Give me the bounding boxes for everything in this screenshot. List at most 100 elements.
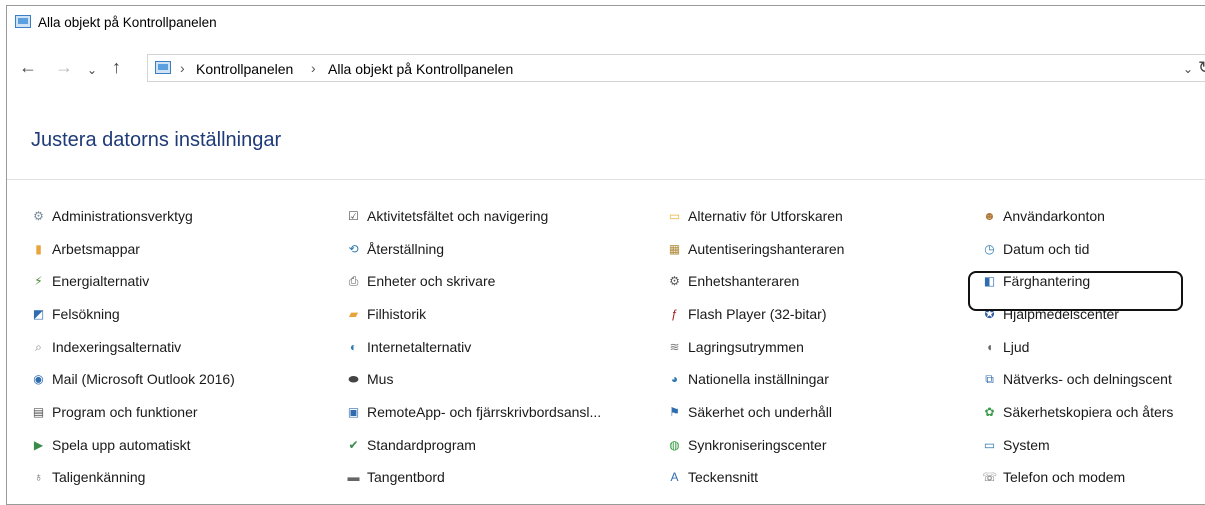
address-bar[interactable]: › Kontrollpanelen › Alla objekt på Kontr… bbox=[147, 54, 1205, 82]
mouse-icon: ⬬ bbox=[348, 371, 359, 386]
breadcrumb-all-items[interactable]: Alla objekt på Kontrollpanelen bbox=[328, 61, 513, 77]
control-panel-item[interactable]: ⌕ Indexeringsalternativ bbox=[31, 336, 181, 358]
control-panel-item[interactable]: ◉ Mail (Microsoft Outlook 2016) bbox=[31, 368, 235, 390]
control-panel-item-label: Filhistorik bbox=[367, 306, 427, 322]
control-panel-item[interactable]: ⬬ Mus bbox=[346, 368, 393, 390]
control-panel-item-label: Taligenkänning bbox=[52, 469, 146, 485]
control-panel-item[interactable]: ▶ Spela upp automatiskt bbox=[31, 434, 191, 456]
control-panel-item-label: Administrationsverktyg bbox=[52, 208, 193, 224]
devices-printers-icon: ⎙ bbox=[348, 273, 359, 288]
control-panel-item[interactable]: A Teckensnitt bbox=[667, 466, 758, 488]
control-panel-item[interactable]: ◷ Datum och tid bbox=[982, 238, 1089, 260]
control-panel-item-label: Internetalternativ bbox=[367, 339, 472, 355]
control-panel-icon bbox=[15, 15, 31, 28]
address-dropdown-icon[interactable]: ⌄ bbox=[1183, 62, 1193, 76]
breadcrumb-separator-icon[interactable]: › bbox=[311, 60, 316, 76]
back-arrow-icon[interactable]: ← bbox=[19, 56, 37, 78]
control-panel-item[interactable]: ♁ Taligenkänning bbox=[31, 466, 145, 488]
control-panel-item[interactable]: ▣ RemoteApp- och fjärrskrivbordsansl... bbox=[346, 401, 601, 423]
control-panel-item-label: Spela upp automatiskt bbox=[52, 437, 191, 453]
control-panel-item-label: Tangentbord bbox=[367, 469, 445, 485]
control-panel-item-label: Aktivitetsfältet och navigering bbox=[367, 208, 549, 224]
control-panel-item-label: Energialternativ bbox=[52, 273, 150, 289]
mail-icon: ◉ bbox=[33, 371, 44, 386]
control-panel-item[interactable]: ◍ Synkroniseringscenter bbox=[667, 434, 827, 456]
title-bar: Alla objekt på Kontrollpanelen bbox=[7, 6, 1205, 40]
admin-tools-icon: ⚙ bbox=[33, 208, 44, 223]
control-panel-item-label: Flash Player (32-bitar) bbox=[688, 306, 827, 322]
control-panel-item[interactable]: ƒ Flash Player (32-bitar) bbox=[667, 303, 827, 325]
navigation-bar: ← → ⌄ ↑ › Kontrollpanelen › Alla objekt … bbox=[7, 50, 1205, 86]
control-panel-item-label: Lagringsutrymmen bbox=[688, 339, 804, 355]
control-panel-item-label: Datum och tid bbox=[1003, 241, 1090, 257]
control-panel-item-label: Synkroniseringscenter bbox=[688, 437, 827, 453]
recovery-icon: ⟲ bbox=[348, 241, 359, 256]
control-panel-item-label: Ljud bbox=[1003, 339, 1030, 355]
control-panel-item[interactable]: ⎙ Enheter och skrivare bbox=[346, 270, 496, 292]
file-history-icon: ▰ bbox=[348, 306, 359, 321]
control-panel-item[interactable]: ◩ Felsökning bbox=[31, 303, 120, 325]
control-panel-item-label: Program och funktioner bbox=[52, 404, 198, 420]
power-options-icon: ⚡ bbox=[34, 273, 43, 288]
storage-spaces-icon: ≋ bbox=[669, 339, 680, 354]
control-panel-item[interactable]: ☏ Telefon och modem bbox=[982, 466, 1125, 488]
work-folders-icon: ▮ bbox=[35, 241, 42, 256]
refresh-icon[interactable]: ↻ bbox=[1198, 58, 1205, 78]
control-panel-item-label: Standardprogram bbox=[367, 437, 476, 453]
window-title: Alla objekt på Kontrollpanelen bbox=[38, 15, 217, 30]
control-panel-item[interactable]: ▤ Program och funktioner bbox=[31, 401, 198, 423]
control-panel-item-label: Nätverks- och delningscent bbox=[1003, 371, 1172, 387]
control-panel-item[interactable]: ▮ Arbetsmappar bbox=[31, 238, 140, 260]
control-panel-item[interactable]: ▬ Tangentbord bbox=[346, 466, 445, 488]
control-panel-item-label: Mail (Microsoft Outlook 2016) bbox=[52, 371, 235, 387]
backup-restore-icon: ✿ bbox=[984, 404, 995, 419]
control-panel-item[interactable]: ◐ Internetalternativ bbox=[346, 336, 471, 358]
region-icon: ◕ bbox=[670, 371, 679, 386]
control-panel-item[interactable]: ⧉ Nätverks- och delningscent bbox=[982, 368, 1172, 390]
control-panel-item[interactable]: ▦ Autentiseringshanteraren bbox=[667, 238, 845, 260]
control-panel-item[interactable]: ⚑ Säkerhet och underhåll bbox=[667, 401, 832, 423]
control-panel-item[interactable]: ⟲ Återställning bbox=[346, 238, 444, 260]
fonts-icon: A bbox=[670, 469, 679, 484]
explorer-options-icon: ▭ bbox=[668, 208, 681, 223]
control-panel-icon bbox=[155, 61, 171, 74]
control-panel-item-label: Arbetsmappar bbox=[52, 241, 140, 257]
control-panel-item[interactable]: ◕ Nationella inställningar bbox=[667, 368, 829, 390]
control-panel-item[interactable]: ⚡ Energialternativ bbox=[31, 270, 149, 292]
control-panel-item[interactable]: ⚙ Enhetshanteraren bbox=[667, 270, 799, 292]
control-panel-item[interactable]: ▭ System bbox=[982, 434, 1050, 456]
breadcrumb-kontrollpanelen[interactable]: Kontrollpanelen bbox=[196, 61, 293, 77]
up-arrow-icon[interactable]: ↑ bbox=[112, 56, 121, 78]
phone-modem-icon: ☏ bbox=[982, 469, 998, 484]
page-title: Justera datorns inställningar bbox=[31, 129, 282, 151]
control-panel-item[interactable]: ≋ Lagringsutrymmen bbox=[667, 336, 804, 358]
recent-locations-chevron-icon[interactable]: ⌄ bbox=[87, 59, 97, 81]
sync-center-icon: ◍ bbox=[669, 437, 680, 452]
highlight-box bbox=[968, 271, 1183, 311]
forward-arrow-icon[interactable]: → bbox=[55, 56, 73, 78]
keyboard-icon: ▬ bbox=[347, 469, 360, 484]
control-panel-item[interactable]: ◖ Ljud bbox=[982, 336, 1030, 358]
control-panel-item-label: Mus bbox=[367, 371, 394, 387]
user-accounts-icon: ☻ bbox=[983, 208, 996, 223]
control-panel-item[interactable]: ✿ Säkerhetskopiera och åters bbox=[982, 401, 1173, 423]
control-panel-item[interactable]: ▰ Filhistorik bbox=[346, 303, 426, 325]
control-panel-item[interactable]: ☑ Aktivitetsfältet och navigering bbox=[346, 205, 548, 227]
internet-options-icon: ◐ bbox=[349, 339, 358, 354]
control-panel-item-label: Säkerhetskopiera och åters bbox=[1003, 404, 1174, 420]
breadcrumb-separator-icon[interactable]: › bbox=[180, 60, 185, 76]
remoteapp-icon: ▣ bbox=[347, 404, 360, 419]
control-panel-item-label: Enheter och skrivare bbox=[367, 273, 496, 289]
control-panel-item-label: Säkerhet och underhåll bbox=[688, 404, 832, 420]
control-panel-item[interactable]: ✔ Standardprogram bbox=[346, 434, 476, 456]
control-panel-window: Alla objekt på Kontrollpanelen ← → ⌄ ↑ ›… bbox=[6, 5, 1205, 505]
control-panel-item-label: Telefon och modem bbox=[1003, 469, 1126, 485]
autoplay-icon: ▶ bbox=[33, 437, 44, 452]
control-panel-item[interactable]: ▭ Alternativ för Utforskaren bbox=[667, 205, 843, 227]
credential-manager-icon: ▦ bbox=[668, 241, 681, 256]
security-maintenance-icon: ⚑ bbox=[669, 404, 680, 419]
control-panel-item[interactable]: ⚙ Administrationsverktyg bbox=[31, 205, 193, 227]
indexing-icon: ⌕ bbox=[35, 339, 42, 354]
control-panel-item-label: Nationella inställningar bbox=[688, 371, 829, 387]
control-panel-item[interactable]: ☻ Användarkonton bbox=[982, 205, 1105, 227]
